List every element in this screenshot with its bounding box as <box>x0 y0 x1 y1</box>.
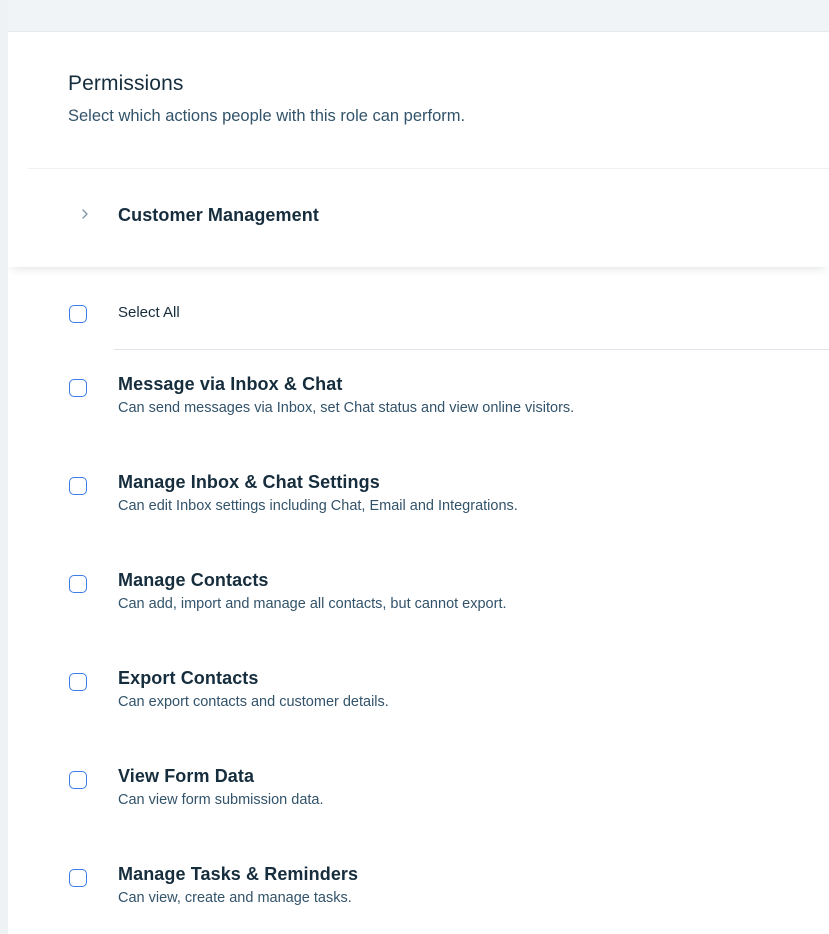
permission-item-manage-contacts[interactable]: Manage Contacts Can add, import and mana… <box>8 570 829 650</box>
permission-title: Export Contacts <box>118 668 259 688</box>
permission-title: View Form Data <box>118 766 255 786</box>
permission-checkbox[interactable] <box>69 477 87 495</box>
permission-description: Can export contacts and customer details… <box>118 694 389 710</box>
permission-item-view-form-data[interactable]: View Form Data Can view form submission … <box>8 766 829 846</box>
permission-description: Can edit Inbox settings including Chat, … <box>118 498 518 514</box>
permission-checkbox[interactable] <box>69 869 87 887</box>
permissions-header: Permissions Select which actions people … <box>8 32 829 167</box>
section-title: Customer Management <box>118 205 319 225</box>
permission-description: Can send messages via Inbox, set Chat st… <box>118 400 575 416</box>
permission-title: Manage Inbox & Chat Settings <box>118 472 380 492</box>
permissions-card: Permissions Select which actions people … <box>8 31 829 934</box>
select-all-checkbox[interactable] <box>69 305 87 323</box>
permission-title: Manage Tasks & Reminders <box>118 864 359 884</box>
permission-checkbox[interactable] <box>69 379 87 397</box>
permission-checkbox[interactable] <box>69 771 87 789</box>
chevron-right-icon <box>78 205 92 223</box>
permission-item-message-via-inbox-chat[interactable]: Message via Inbox & Chat Can send messag… <box>8 374 829 454</box>
select-all-row[interactable]: Select All <box>8 267 829 350</box>
permission-description: Can view form submission data. <box>118 792 324 808</box>
permission-item-export-contacts[interactable]: Export Contacts Can export contacts and … <box>8 668 829 748</box>
permission-description: Can view, create and manage tasks. <box>118 890 352 906</box>
permission-item-manage-tasks-reminders[interactable]: Manage Tasks & Reminders Can view, creat… <box>8 864 829 934</box>
permission-description: Can add, import and manage all contacts,… <box>118 596 507 612</box>
permission-list: Select All Message via Inbox & Chat Can … <box>8 267 829 934</box>
permission-item-manage-inbox-chat-settings[interactable]: Manage Inbox & Chat Settings Can edit In… <box>8 472 829 552</box>
page-subtitle: Select which actions people with this ro… <box>68 107 466 125</box>
select-all-divider <box>114 349 829 350</box>
permission-checkbox[interactable] <box>69 575 87 593</box>
page-title: Permissions <box>68 72 184 95</box>
permission-title: Message via Inbox & Chat <box>118 374 343 394</box>
section-header-customer-management[interactable]: Customer Management <box>8 169 829 267</box>
permission-checkbox[interactable] <box>69 673 87 691</box>
permission-title: Manage Contacts <box>118 570 269 590</box>
page-left-edge <box>0 0 8 933</box>
select-all-label: Select All <box>118 304 180 321</box>
